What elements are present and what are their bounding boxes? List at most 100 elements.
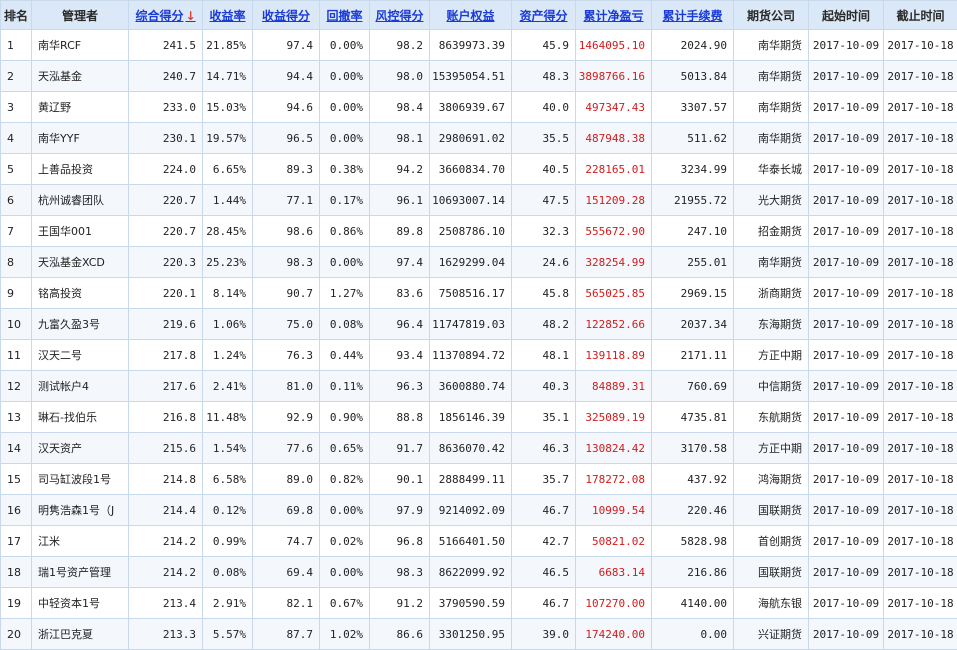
table-row[interactable]: 7王国华001220.728.45%98.60.86%89.82508786.1… — [1, 216, 957, 247]
cell-end: 2017-10-18 — [884, 433, 957, 464]
table-row[interactable]: 18瑞1号资产管理214.20.08%69.40.00%98.38622099.… — [1, 557, 957, 588]
table-row[interactable]: 12测试帐户4217.62.41%81.00.11%96.33600880.74… — [1, 371, 957, 402]
cell-drawdown: 0.86% — [320, 216, 370, 247]
cell-composite: 224.0 — [129, 154, 203, 185]
table-row[interactable]: 8天泓基金XCD220.325.23%98.30.00%97.41629299.… — [1, 247, 957, 278]
cell-asset-score: 47.5 — [512, 185, 576, 216]
cell-rank: 4 — [1, 123, 32, 154]
cell-asset-score: 32.3 — [512, 216, 576, 247]
cell-net-profit: 497347.43 — [576, 92, 652, 123]
cell-start: 2017-10-09 — [809, 92, 884, 123]
cell-return-score: 81.0 — [253, 371, 320, 402]
cell-return-rate: 1.24% — [203, 340, 253, 371]
cell-fees: 4735.81 — [652, 402, 734, 433]
cell-company: 首创期货 — [734, 526, 809, 557]
cell-rank: 12 — [1, 371, 32, 402]
cell-manager: 天泓基金 — [32, 61, 129, 92]
cell-risk-score: 93.4 — [370, 340, 430, 371]
cell-return-rate: 1.06% — [203, 309, 253, 340]
cell-asset-score: 46.3 — [512, 433, 576, 464]
cell-asset-score: 35.7 — [512, 464, 576, 495]
cell-drawdown: 0.38% — [320, 154, 370, 185]
cell-net-profit: 6683.14 — [576, 557, 652, 588]
cell-fees: 255.01 — [652, 247, 734, 278]
cell-manager: 中轻资本1号 — [32, 588, 129, 619]
cell-net-profit: 10999.54 — [576, 495, 652, 526]
cell-composite: 230.1 — [129, 123, 203, 154]
col-net-profit-sort[interactable]: 累计净盈亏 — [576, 1, 652, 30]
cell-drawdown: 0.44% — [320, 340, 370, 371]
cell-fees: 2037.34 — [652, 309, 734, 340]
cell-asset-score: 45.8 — [512, 278, 576, 309]
col-composite-sort[interactable]: 综合得分↓ — [129, 1, 203, 30]
table-row[interactable]: 5上善品投资224.06.65%89.30.38%94.23660834.704… — [1, 154, 957, 185]
cell-net-profit: 84889.31 — [576, 371, 652, 402]
cell-equity: 2508786.10 — [430, 216, 512, 247]
cell-equity: 3806939.67 — [430, 92, 512, 123]
cell-risk-score: 94.2 — [370, 154, 430, 185]
cell-return-score: 94.6 — [253, 92, 320, 123]
cell-return-rate: 1.54% — [203, 433, 253, 464]
cell-fees: 5828.98 — [652, 526, 734, 557]
cell-manager: 南华YYF — [32, 123, 129, 154]
table-row[interactable]: 10九富久盈3号219.61.06%75.00.08%96.411747819.… — [1, 309, 957, 340]
table-row[interactable]: 4南华YYF230.119.57%96.50.00%98.12980691.02… — [1, 123, 957, 154]
cell-fees: 2969.15 — [652, 278, 734, 309]
cell-asset-score: 48.3 — [512, 61, 576, 92]
cell-company: 国联期货 — [734, 557, 809, 588]
cell-risk-score: 96.4 — [370, 309, 430, 340]
cell-equity: 11747819.03 — [430, 309, 512, 340]
cell-equity: 2980691.02 — [430, 123, 512, 154]
cell-start: 2017-10-09 — [809, 123, 884, 154]
col-risk-score-sort[interactable]: 风控得分 — [370, 1, 430, 30]
cell-company: 中信期货 — [734, 371, 809, 402]
col-return-rate-sort[interactable]: 收益率 — [203, 1, 253, 30]
cell-composite: 214.4 — [129, 495, 203, 526]
header-row: 排名 管理者 综合得分↓ 收益率 收益得分 回撤率 风控得分 账户权益 资产得分… — [1, 1, 957, 30]
cell-end: 2017-10-18 — [884, 61, 957, 92]
cell-company: 南华期货 — [734, 123, 809, 154]
cell-end: 2017-10-18 — [884, 526, 957, 557]
cell-composite: 213.4 — [129, 588, 203, 619]
col-return-score-sort[interactable]: 收益得分 — [253, 1, 320, 30]
cell-return-score: 75.0 — [253, 309, 320, 340]
table-row[interactable]: 19中轻资本1号213.42.91%82.10.67%91.23790590.5… — [1, 588, 957, 619]
cell-manager: 江米 — [32, 526, 129, 557]
cell-rank: 3 — [1, 92, 32, 123]
cell-equity: 1856146.39 — [430, 402, 512, 433]
col-drawdown-sort[interactable]: 回撤率 — [320, 1, 370, 30]
table-row[interactable]: 13琳石-找伯乐216.811.48%92.90.90%88.81856146.… — [1, 402, 957, 433]
table-row[interactable]: 1南华RCF241.521.85%97.40.00%98.28639973.39… — [1, 30, 957, 61]
cell-return-rate: 6.58% — [203, 464, 253, 495]
table-row[interactable]: 11汉天二号217.81.24%76.30.44%93.411370894.72… — [1, 340, 957, 371]
cell-asset-score: 46.7 — [512, 588, 576, 619]
cell-end: 2017-10-18 — [884, 185, 957, 216]
cell-start: 2017-10-09 — [809, 588, 884, 619]
table-row[interactable]: 17江米214.20.99%74.70.02%96.85166401.5042.… — [1, 526, 957, 557]
cell-risk-score: 98.1 — [370, 123, 430, 154]
cell-equity: 3790590.59 — [430, 588, 512, 619]
cell-composite: 219.6 — [129, 309, 203, 340]
col-equity-sort[interactable]: 账户权益 — [430, 1, 512, 30]
cell-drawdown: 0.00% — [320, 495, 370, 526]
table-row[interactable]: 6杭州诚睿团队220.71.44%77.10.17%96.110693007.1… — [1, 185, 957, 216]
cell-return-rate: 11.48% — [203, 402, 253, 433]
cell-drawdown: 0.00% — [320, 557, 370, 588]
cell-fees: 216.86 — [652, 557, 734, 588]
table-row[interactable]: 2天泓基金240.714.71%94.40.00%98.015395054.51… — [1, 61, 957, 92]
cell-asset-score: 35.1 — [512, 402, 576, 433]
cell-return-score: 94.4 — [253, 61, 320, 92]
cell-start: 2017-10-09 — [809, 371, 884, 402]
table-row[interactable]: 16明隽浩森1号（J214.40.12%69.80.00%97.99214092… — [1, 495, 957, 526]
cell-start: 2017-10-09 — [809, 464, 884, 495]
cell-risk-score: 90.1 — [370, 464, 430, 495]
table-row[interactable]: 3黄辽野233.015.03%94.60.00%98.43806939.6740… — [1, 92, 957, 123]
cell-drawdown: 0.00% — [320, 123, 370, 154]
col-fees-sort[interactable]: 累计手续费 — [652, 1, 734, 30]
table-row[interactable]: 14汉天资产215.61.54%77.60.65%91.78636070.424… — [1, 433, 957, 464]
cell-drawdown: 0.02% — [320, 526, 370, 557]
col-asset-score-sort[interactable]: 资产得分 — [512, 1, 576, 30]
cell-risk-score: 91.7 — [370, 433, 430, 464]
table-row[interactable]: 15司马缸波段1号214.86.58%89.00.82%90.12888499.… — [1, 464, 957, 495]
table-row[interactable]: 9铭高投资220.18.14%90.71.27%83.67508516.1745… — [1, 278, 957, 309]
